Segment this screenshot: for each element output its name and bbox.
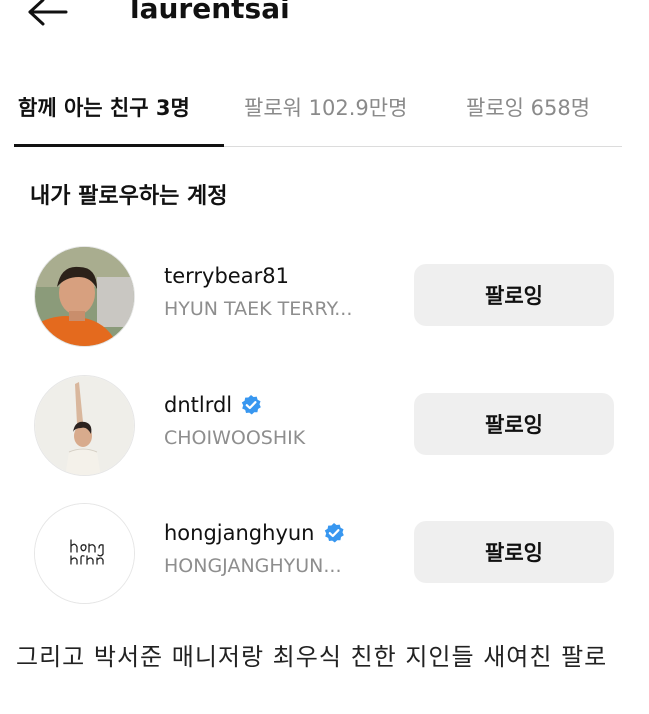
tab-mutual-friends[interactable]: 함께 아는 친구 3명 [18, 92, 190, 122]
verified-badge-icon [324, 523, 344, 543]
user-info[interactable]: terrybear81 HYUN TAEK TERRY... [164, 260, 404, 320]
caption-text: 그리고 박서준 매니저랑 최우식 친한 지인들 새여친 팔로 [16, 643, 608, 671]
account-row: terrybear81 HYUN TAEK TERRY... 팔로잉 [0, 246, 649, 350]
verified-badge-icon [241, 395, 261, 415]
arrow-left-icon [28, 0, 68, 26]
username: dntlrdl [164, 393, 233, 417]
back-button[interactable] [26, 0, 70, 30]
username: hongjanghyun [164, 521, 315, 545]
following-button[interactable]: 팔로잉 [414, 521, 614, 583]
avatar[interactable] [34, 503, 135, 604]
account-row: dntlrdl CHOIWOOSHIK 팔로잉 [0, 375, 649, 479]
full-name: HONGJANGHYUN... [164, 555, 342, 577]
active-tab-indicator [14, 144, 224, 147]
profile-username-title: laurentsai [130, 0, 290, 25]
tab-followers[interactable]: 팔로워 102.9만명 [244, 92, 407, 122]
full-name: HYUN TAEK TERRY... [164, 298, 353, 320]
username: terrybear81 [164, 264, 289, 288]
section-title: 내가 팔로우하는 계정 [30, 184, 228, 209]
user-info[interactable]: dntlrdl CHOIWOOSHIK [164, 389, 404, 449]
follow-tabs: 함께 아는 친구 3명 팔로워 102.9만명 팔로잉 658명 [0, 78, 649, 148]
top-bar: laurentsai [0, 0, 649, 40]
tab-following[interactable]: 팔로잉 658명 [466, 92, 590, 122]
following-button[interactable]: 팔로잉 [414, 393, 614, 455]
user-info[interactable]: hongjanghyun HONGJANGHYUN... [164, 517, 404, 577]
full-name: CHOIWOOSHIK [164, 427, 306, 449]
avatar[interactable] [34, 375, 135, 476]
avatar[interactable] [34, 246, 135, 347]
following-button[interactable]: 팔로잉 [414, 264, 614, 326]
account-row: hongjanghyun HONGJANGHYUN... 팔로잉 [0, 503, 649, 607]
